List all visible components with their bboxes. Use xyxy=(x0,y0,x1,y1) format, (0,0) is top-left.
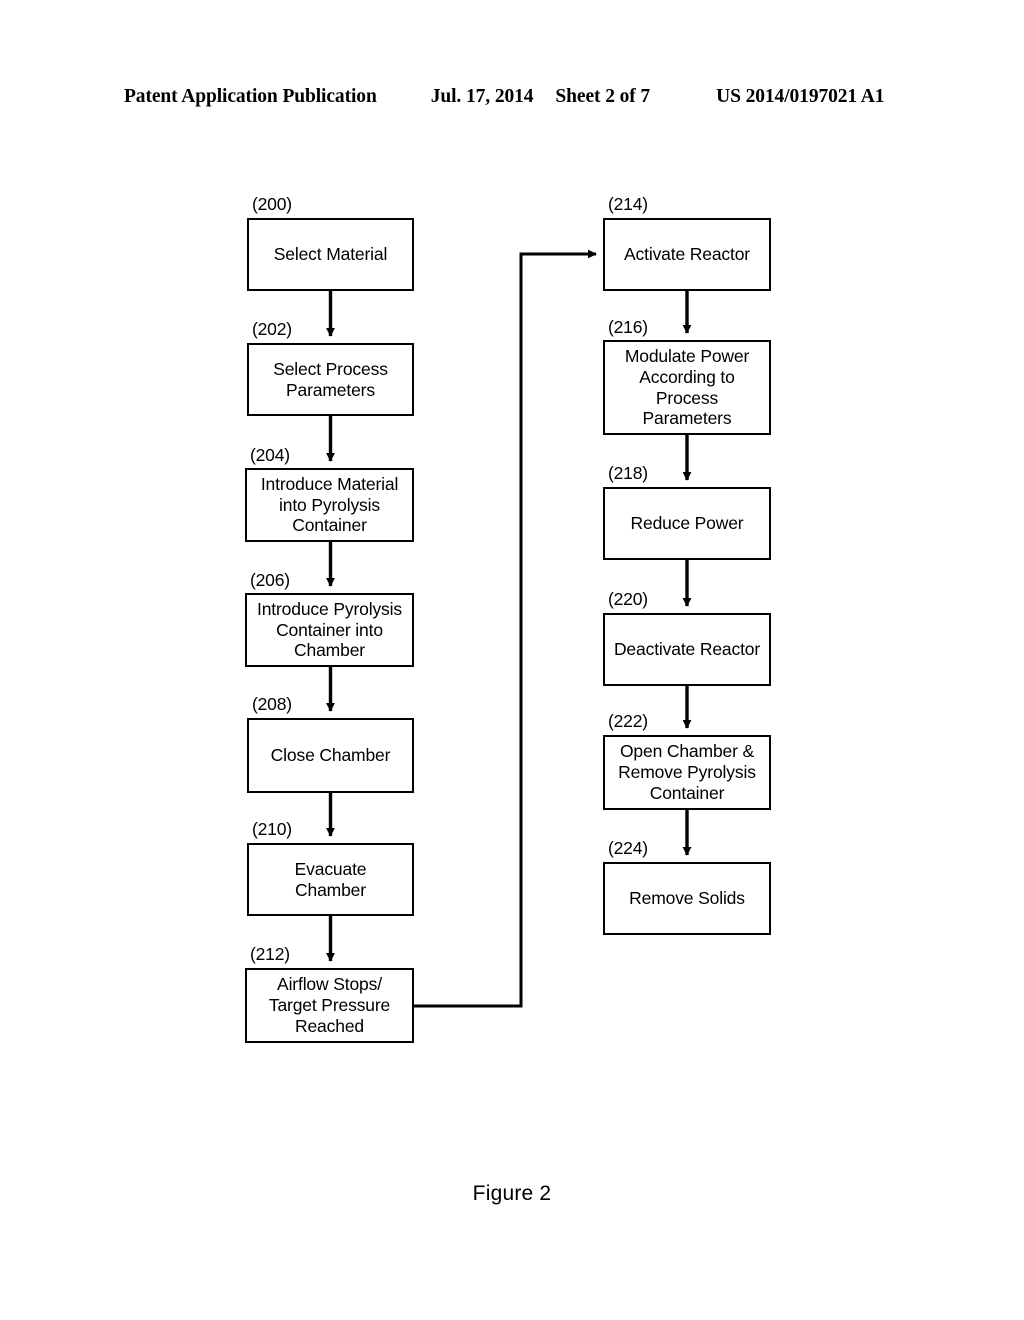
process-node-label: Introduce Material into Pyrolysis Contai… xyxy=(260,473,399,536)
node-ref-214: (214) xyxy=(608,194,648,214)
node-ref-216: (216) xyxy=(608,317,648,337)
process-node-label: Deactivate Reactor xyxy=(613,639,761,660)
node-ref-218: (218) xyxy=(608,463,648,483)
process-node-label: Airflow Stops/ Target Pressure Reached xyxy=(268,974,391,1036)
process-node-214: Activate Reactor xyxy=(603,218,771,291)
node-ref-200: (200) xyxy=(252,194,292,214)
process-node-212: Airflow Stops/ Target Pressure Reached xyxy=(245,968,414,1043)
process-node-label: Close Chamber xyxy=(270,745,391,766)
process-node-label: Modulate Power According to Process Para… xyxy=(624,345,750,429)
process-node-220: Deactivate Reactor xyxy=(603,613,771,686)
process-node-204: Introduce Material into Pyrolysis Contai… xyxy=(245,468,414,542)
node-ref-210: (210) xyxy=(252,819,292,839)
process-node-224: Remove Solids xyxy=(603,862,771,935)
process-node-label: Evacuate Chamber xyxy=(294,858,367,900)
node-ref-208: (208) xyxy=(252,694,292,714)
node-ref-204: (204) xyxy=(250,445,290,465)
process-node-label: Reduce Power xyxy=(630,513,744,534)
process-node-label: Select Process Parameters xyxy=(273,358,388,400)
process-node-label: Select Material xyxy=(273,244,388,265)
process-node-208: Close Chamber xyxy=(247,718,414,793)
process-node-label: Introduce Pyrolysis Container into Chamb… xyxy=(257,598,402,661)
node-ref-224: (224) xyxy=(608,838,648,858)
node-ref-222: (222) xyxy=(608,711,648,731)
node-ref-220: (220) xyxy=(608,589,648,609)
process-node-216: Modulate Power According to Process Para… xyxy=(603,340,771,435)
flowchart-connectors-layer xyxy=(326,249,692,1008)
node-ref-212: (212) xyxy=(250,944,290,964)
process-node-200: Select Material xyxy=(247,218,414,291)
process-node-222: Open Chamber & Remove Pyrolysis Containe… xyxy=(603,735,771,810)
process-node-label: Activate Reactor xyxy=(624,244,750,265)
process-node-label: Remove Solids xyxy=(629,888,745,909)
arrow-212-to-214 xyxy=(414,249,597,1008)
process-node-label: Open Chamber & Remove Pyrolysis Containe… xyxy=(618,741,756,803)
figure-caption: Figure 2 xyxy=(472,1182,552,1205)
process-node-202: Select Process Parameters xyxy=(247,343,414,416)
process-node-206: Introduce Pyrolysis Container into Chamb… xyxy=(245,593,414,667)
flowchart-figure: (200) Select Material (202) Select Process … xyxy=(0,0,1024,1320)
process-node-210: Evacuate Chamber xyxy=(247,843,414,916)
process-node-218: Reduce Power xyxy=(603,487,771,560)
node-ref-206: (206) xyxy=(250,570,290,590)
node-ref-202: (202) xyxy=(252,319,292,339)
